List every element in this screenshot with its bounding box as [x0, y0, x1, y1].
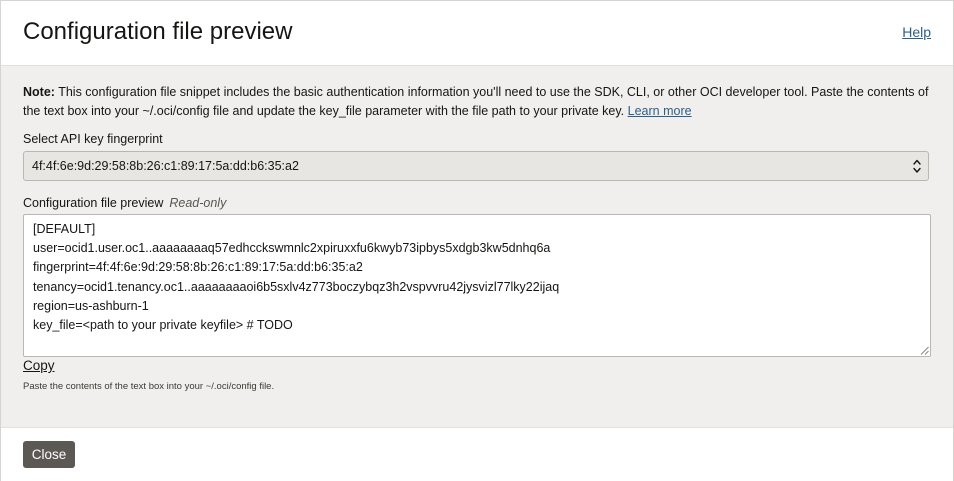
- note-prefix: Note:: [23, 85, 55, 99]
- learn-more-link[interactable]: Learn more: [628, 104, 692, 118]
- dialog-body: Note: This configuration file snippet in…: [1, 66, 953, 426]
- config-preview-textarea[interactable]: [DEFAULT] user=ocid1.user.oc1..aaaaaaaaq…: [23, 214, 931, 357]
- paste-helper-text: Paste the contents of the text box into …: [23, 381, 275, 392]
- config-line: [DEFAULT]: [33, 222, 96, 236]
- config-preview-dialog: Configuration file preview Help Note: Th…: [0, 0, 954, 481]
- fingerprint-select-value: 4f:4f:6e:9d:29:58:8b:26:c1:89:17:5a:dd:b…: [32, 159, 299, 173]
- config-line: user=ocid1.user.oc1..aaaaaaaaq57edhccksw…: [33, 241, 551, 256]
- preview-label-text: Configuration file preview: [23, 196, 164, 210]
- note-paragraph: Note: This configuration file snippet in…: [23, 83, 933, 121]
- help-link[interactable]: Help: [902, 24, 931, 40]
- readonly-hint: Read-only: [169, 196, 227, 210]
- resize-grip-icon[interactable]: [920, 346, 929, 355]
- fingerprint-label: Select API key fingerprint: [23, 132, 163, 146]
- dialog-header: Configuration file preview Help: [1, 1, 953, 66]
- dialog-title: Configuration file preview: [23, 18, 293, 45]
- close-button[interactable]: Close: [23, 441, 75, 468]
- preview-label: Configuration file preview Read-only: [23, 196, 226, 210]
- config-line: fingerprint=4f:4f:6e:9d:29:58:8b:26:c1:8…: [33, 260, 363, 275]
- config-line: tenancy=ocid1.tenancy.oc1..aaaaaaaaoi6b5…: [33, 279, 560, 294]
- dialog-footer: Close: [1, 427, 953, 481]
- config-line: region=us-ashburn-1: [33, 298, 149, 313]
- fingerprint-select[interactable]: 4f:4f:6e:9d:29:58:8b:26:c1:89:17:5a:dd:b…: [23, 151, 929, 181]
- chevron-up-down-icon: [913, 159, 921, 173]
- config-line: key_file=<path to your private keyfile> …: [33, 318, 293, 333]
- note-text: This configuration file snippet includes…: [23, 85, 929, 118]
- copy-link[interactable]: Copy: [23, 358, 55, 373]
